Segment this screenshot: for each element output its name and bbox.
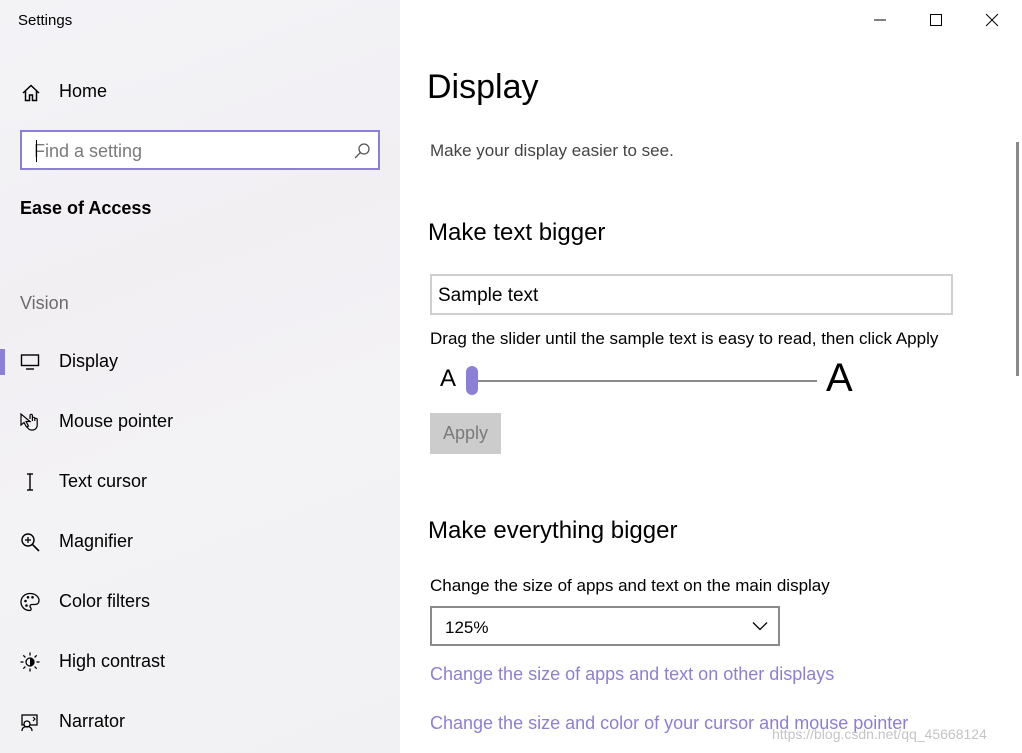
page-subtitle: Make your display easier to see. (430, 141, 674, 160)
scale-label: Change the size of apps and text on the … (430, 576, 830, 595)
sample-text: Sample text (438, 285, 539, 306)
main-content: Display Make your display easier to see.… (400, 0, 1022, 753)
sample-text-box: Sample text (430, 274, 953, 315)
sun-icon (20, 652, 40, 672)
sidebar-item-narrator[interactable]: Narrator (0, 705, 400, 745)
sidebar-item-label: Magnifier (59, 531, 134, 551)
everything-bigger-heading: Make everything bigger (428, 517, 678, 544)
mouse-pointer-icon (20, 412, 38, 431)
home-icon (22, 84, 40, 102)
chevron-down-icon (752, 622, 768, 631)
scale-dropdown[interactable]: 125% (430, 606, 780, 646)
search-input[interactable] (34, 139, 334, 163)
small-a-label: A (440, 365, 457, 392)
sidebar-item-label: Narrator (59, 711, 126, 731)
watermark: https://blog.csdn.net/qq_45668124 (772, 726, 987, 742)
sidebar-item-label: Mouse pointer (59, 411, 174, 431)
selection-indicator (0, 349, 5, 375)
sidebar-item-label: Text cursor (59, 471, 148, 491)
palette-icon (20, 592, 40, 612)
narrator-icon (21, 714, 38, 732)
sidebar-item-display[interactable]: Display (0, 345, 400, 385)
sidebar-item-label: Display (59, 351, 119, 371)
sidebar-item-text-cursor[interactable]: Text cursor (0, 465, 400, 505)
magnifier-icon (21, 533, 40, 552)
text-bigger-heading: Make text bigger (428, 219, 606, 246)
text-cursor-icon (27, 473, 33, 491)
sidebar-item-high-contrast[interactable]: High contrast (0, 645, 400, 685)
section-title: Ease of Access (20, 198, 152, 218)
text-size-slider-thumb[interactable] (466, 366, 478, 395)
sidebar-item-mouse-pointer[interactable]: Mouse pointer (0, 405, 400, 445)
app-title: Settings (18, 12, 73, 29)
apply-button[interactable]: Apply (430, 413, 501, 454)
monitor-icon (20, 354, 40, 370)
group-label-vision: Vision (20, 293, 69, 313)
page-title: Display (427, 68, 539, 106)
search-box[interactable] (20, 130, 380, 170)
sidebar-item-label: Color filters (59, 591, 151, 611)
large-a-label: A (826, 356, 853, 400)
sidebar-item-color-filters[interactable]: Color filters (0, 585, 400, 625)
home-nav-item[interactable]: Home (0, 72, 400, 112)
slider-instruction: Drag the slider until the sample text is… (430, 329, 939, 348)
scale-dropdown-value: 125% (445, 618, 489, 637)
text-caret (36, 140, 37, 162)
sidebar-item-magnifier[interactable]: Magnifier (0, 525, 400, 565)
scrollbar[interactable] (1016, 142, 1019, 376)
text-size-slider-track[interactable] (472, 380, 817, 382)
other-displays-link[interactable]: Change the size of apps and text on othe… (430, 664, 834, 685)
search-icon[interactable] (352, 141, 372, 161)
sidebar-item-label: High contrast (59, 651, 166, 671)
sidebar: Settings Home Ease of Access Vision Disp… (0, 0, 400, 753)
home-label: Home (59, 81, 108, 101)
